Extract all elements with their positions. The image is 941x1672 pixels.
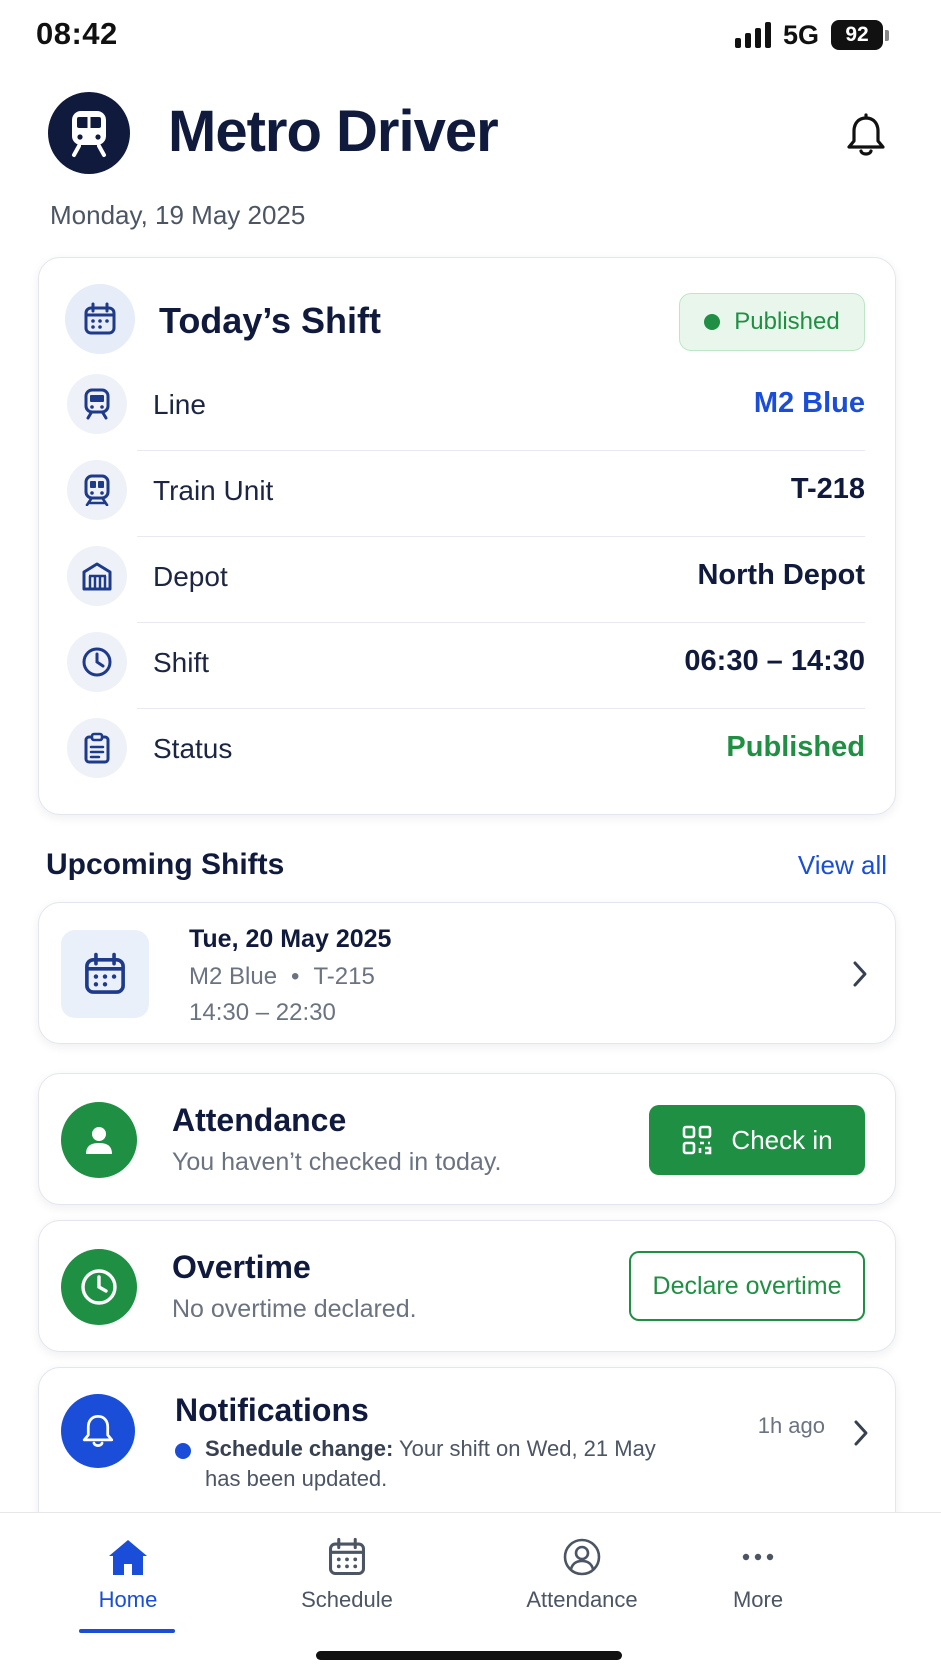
shift-row-label: Train Unit (153, 475, 274, 506)
nav-label: Schedule (301, 1587, 393, 1612)
nav-item-home[interactable]: Home (38, 1537, 218, 1613)
home-indicator (316, 1651, 622, 1660)
nav-item-attendance[interactable]: Attendance (492, 1537, 672, 1613)
status-bar: 08:42 5G 92 (0, 0, 941, 70)
nav-label: Attendance (526, 1587, 638, 1612)
home-icon (109, 1540, 147, 1575)
app-title: Metro Driver (168, 99, 499, 164)
todays-shift-card: Today’s Shift Published Line M2 Blue Tra… (38, 257, 896, 815)
network-type: 5G (782, 19, 819, 50)
calendar-icon (61, 930, 149, 1018)
status-dot-icon (704, 314, 721, 330)
bottom-navigation: Home Schedule Attendance More (0, 1512, 941, 1672)
notifications-bell-icon[interactable] (840, 110, 892, 162)
clock-icon (61, 1249, 137, 1325)
separator-dot: • (291, 963, 300, 990)
active-tab-indicator (79, 1629, 175, 1633)
todays-shift-title: Today’s Shift (159, 300, 382, 341)
person-icon (61, 1102, 137, 1178)
upcoming-shift-line: M2 Blue (189, 963, 278, 990)
status-badge: Published (679, 293, 865, 351)
upcoming-shift-card[interactable]: Tue, 20 May 2025 M2 Blue • T-215 14:30 – 2… (38, 902, 896, 1044)
shift-row-value: M2 Blue (753, 387, 865, 419)
notifications-title: Notifications (175, 1392, 369, 1428)
attendance-subtitle: You haven’t checked in today. (172, 1148, 502, 1176)
shift-row-value: 06:30 – 14:30 (684, 645, 865, 677)
nav-label: Home (98, 1587, 158, 1612)
notification-time: 1h ago (757, 1413, 825, 1438)
view-all-link[interactable]: View all (798, 850, 887, 881)
shift-row-line: Line M2 Blue (39, 365, 897, 451)
overtime-subtitle: No overtime declared. (172, 1295, 417, 1323)
app-logo-train-icon (48, 92, 130, 174)
upcoming-shift-meta: M2 Blue • T-215 (189, 963, 375, 991)
overtime-title: Overtime (172, 1249, 311, 1285)
calendar-icon (65, 284, 135, 354)
clock-icon (67, 632, 127, 692)
shift-row-shift-time: Shift 06:30 – 14:30 (39, 623, 897, 709)
attendance-card: Attendance You haven’t checked in today.… (38, 1073, 896, 1205)
shift-row-depot: Depot North Depot (39, 537, 897, 623)
qr-code-icon (683, 1125, 712, 1155)
train-unit-icon (67, 460, 127, 520)
chevron-right-icon (846, 1416, 876, 1450)
upcoming-shift-date: Tue, 20 May 2025 (189, 925, 392, 953)
current-date: Monday, 19 May 2025 (50, 200, 306, 230)
bell-icon (61, 1394, 135, 1468)
shift-row-value: T-218 (790, 473, 865, 505)
notification-type: Schedule change: (205, 1436, 394, 1461)
train-icon (67, 374, 127, 434)
check-in-button[interactable]: Check in (649, 1105, 865, 1175)
more-dots-icon (742, 1553, 774, 1561)
nav-item-more[interactable]: More (668, 1537, 848, 1613)
status-indicators: 5G 92 (734, 18, 889, 52)
nav-item-schedule[interactable]: Schedule (257, 1537, 437, 1613)
chevron-right-icon (845, 957, 875, 991)
attendance-title: Attendance (172, 1102, 347, 1138)
shift-row-value: Published (726, 731, 865, 763)
status-badge-label: Published (734, 308, 840, 335)
shift-row-label: Line (153, 389, 206, 420)
nav-label: More (732, 1587, 784, 1612)
shift-row-value: North Depot (697, 559, 865, 591)
battery-level: 92 (831, 20, 883, 50)
unread-dot-icon (175, 1443, 191, 1459)
notification-message: Schedule change: Your shift on Wed, 21 M… (205, 1434, 675, 1494)
depot-icon (67, 546, 127, 606)
notifications-card[interactable]: Notifications Schedule change: Your shif… (38, 1367, 896, 1517)
calendar-icon (329, 1537, 365, 1575)
shift-row-label: Status (153, 733, 233, 764)
clipboard-icon (67, 718, 127, 778)
upcoming-shifts-title: Upcoming Shifts (46, 848, 285, 881)
status-time: 08:42 (36, 16, 118, 51)
declare-overtime-button[interactable]: Declare overtime (629, 1251, 865, 1321)
check-in-label: Check in (731, 1124, 833, 1155)
signal-icon (734, 22, 771, 48)
shift-row-status: Status Published (39, 709, 897, 795)
upcoming-shift-unit: T-215 (313, 963, 375, 990)
overtime-card: Overtime No overtime declared. Declare o… (38, 1220, 896, 1352)
user-circle-icon (563, 1538, 601, 1576)
battery-icon: 92 (831, 20, 889, 50)
shift-row-label: Depot (153, 561, 228, 592)
shift-row-label: Shift (153, 647, 210, 678)
shift-row-train-unit: Train Unit T-218 (39, 451, 897, 537)
upcoming-shift-time: 14:30 – 22:30 (189, 999, 336, 1026)
